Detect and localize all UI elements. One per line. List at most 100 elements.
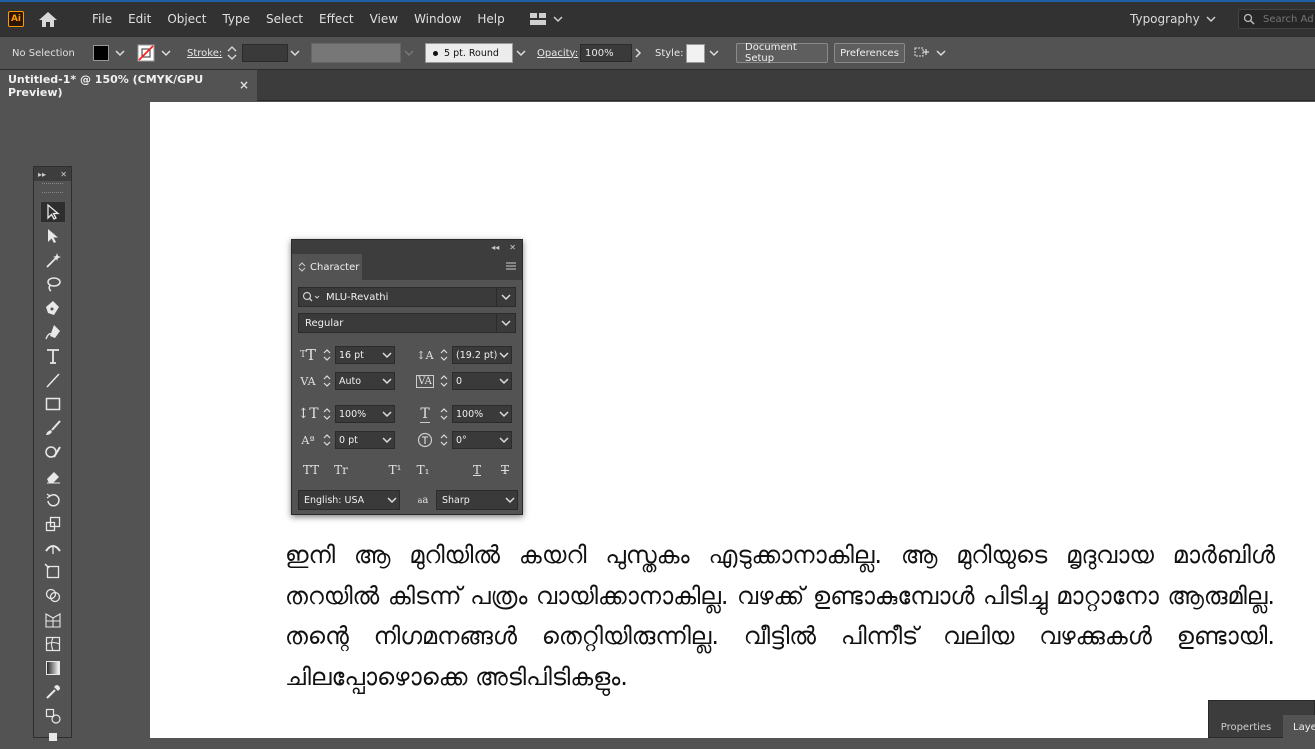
lasso-tool[interactable] [40, 273, 66, 295]
search-input[interactable] [1261, 12, 1315, 26]
align-options-button[interactable] [913, 37, 931, 69]
eraser-tool[interactable] [40, 465, 66, 487]
artboard-text[interactable]: ഇനി ആ മുറിയിൽ കയറി പുസ്തകം എടുക്കാനാകില്… [285, 535, 1275, 697]
menu-file[interactable]: File [84, 12, 120, 26]
tracking-field[interactable]: 0 [452, 372, 512, 390]
document-setup-button[interactable]: Document Setup [736, 37, 828, 69]
panel-grip[interactable] [42, 183, 63, 193]
brush-definition[interactable]: 5 pt. Round [425, 37, 513, 69]
line-segment-tool[interactable] [40, 369, 66, 391]
opacity-field[interactable]: 100% [580, 37, 632, 69]
stroke-weight-field[interactable] [242, 37, 288, 69]
tools-panel-header[interactable]: ▸▸ ✕ [34, 167, 71, 181]
leading-stepper[interactable] [439, 347, 449, 363]
underline-button[interactable]: T [466, 460, 488, 480]
menu-type[interactable]: Type [214, 12, 258, 26]
tracking-stepper[interactable] [439, 373, 449, 389]
home-icon[interactable] [38, 10, 58, 28]
perspective-grid-tool[interactable] [40, 609, 66, 631]
tab-character[interactable]: Character [292, 254, 362, 280]
strikethrough-button[interactable]: T [494, 460, 516, 480]
rotation-stepper[interactable] [439, 432, 449, 448]
font-size-icon: TT [299, 346, 317, 364]
free-transform-tool[interactable] [40, 561, 66, 583]
horizontal-scale-field[interactable]: 100% [452, 405, 512, 423]
small-caps-button[interactable]: Tr [330, 460, 352, 480]
menu-effect[interactable]: Effect [311, 12, 362, 26]
graphic-style-swatch[interactable] [686, 37, 705, 69]
document-tab[interactable]: Untitled-1* @ 150% (CMYK/GPU Preview) × [0, 70, 257, 101]
leading-field[interactable]: (19.2 pt) [452, 346, 512, 364]
menu-window[interactable]: Window [406, 12, 469, 26]
symbol-sprayer-tool[interactable] [40, 727, 66, 749]
font-size-field[interactable]: 16 pt [335, 346, 395, 364]
menu-help[interactable]: Help [469, 12, 512, 26]
paintbrush-tool[interactable] [40, 417, 66, 439]
vertical-scale-field[interactable]: 100% [335, 405, 395, 423]
close-icon[interactable]: ✕ [509, 243, 516, 252]
close-icon[interactable]: ✕ [60, 170, 67, 179]
subscript-button[interactable]: T₁ [412, 460, 434, 480]
baseline-shift-stepper[interactable] [322, 432, 332, 448]
workspace-switcher[interactable]: Typography [1130, 2, 1216, 36]
magic-wand-tool[interactable] [40, 249, 66, 271]
rotation-field[interactable]: 0° [452, 431, 512, 449]
variable-width-profile[interactable] [311, 37, 401, 69]
baseline-shift-field[interactable]: 0 pt [335, 431, 395, 449]
brush-dropdown[interactable] [514, 37, 528, 69]
superscript-button[interactable]: T¹ [384, 460, 406, 480]
menu-view[interactable]: View [362, 12, 406, 26]
stroke-weight-stepper[interactable] [226, 37, 238, 69]
stroke-label[interactable]: Stroke: [187, 37, 222, 69]
horizontal-scale-stepper[interactable] [439, 406, 449, 422]
rotate-tool[interactable] [40, 489, 66, 511]
font-size-stepper[interactable] [322, 347, 332, 363]
tab-properties[interactable]: Properties [1209, 715, 1283, 739]
search-box[interactable] [1238, 9, 1315, 29]
direct-selection-tool[interactable] [40, 225, 66, 247]
antialias-select[interactable]: Sharp [436, 490, 518, 510]
eyedropper-tool[interactable] [40, 681, 66, 703]
opacity-label[interactable]: Opacity: [537, 37, 578, 69]
font-family-select[interactable]: MLU-Revathi [298, 287, 516, 307]
menu-object[interactable]: Object [159, 12, 214, 26]
font-style-select[interactable]: Regular [298, 313, 516, 333]
scale-tool[interactable] [40, 513, 66, 535]
gradient-tool[interactable] [40, 657, 66, 679]
align-options-dropdown[interactable] [934, 37, 948, 69]
all-caps-button[interactable]: TT [300, 460, 322, 480]
opacity-flyout[interactable] [633, 37, 643, 69]
pen-tool[interactable] [40, 297, 66, 319]
chevron-down-icon [381, 352, 392, 359]
type-tool[interactable] [40, 345, 66, 367]
tab-layers[interactable]: Layers [1283, 715, 1315, 739]
curvature-pen-icon [45, 325, 60, 340]
kerning-stepper[interactable] [322, 373, 332, 389]
language-select[interactable]: English: USA [298, 490, 400, 510]
fill-dropdown[interactable] [113, 37, 127, 69]
shape-builder-tool[interactable] [40, 585, 66, 607]
mesh-tool[interactable] [40, 633, 66, 655]
character-panel-titlebar[interactable]: ◂◂ ✕ [292, 240, 522, 254]
kerning-field[interactable]: Auto [335, 372, 395, 390]
stroke-swatch[interactable] [137, 37, 155, 69]
width-tool[interactable] [40, 537, 66, 559]
selection-tool[interactable] [40, 201, 66, 223]
curvature-tool[interactable] [40, 321, 66, 343]
close-tab-button[interactable]: × [239, 78, 249, 92]
preferences-button[interactable]: Preferences [834, 37, 905, 69]
stroke-swatch-dropdown[interactable] [159, 37, 173, 69]
menu-edit[interactable]: Edit [120, 12, 159, 26]
collapse-icon[interactable]: ◂◂ [491, 243, 499, 252]
panel-menu-icon[interactable] [506, 261, 516, 271]
rectangle-tool[interactable] [40, 393, 66, 415]
shaper-tool[interactable] [40, 441, 66, 463]
arrange-documents-button[interactable] [529, 12, 563, 26]
graphic-style-dropdown[interactable] [707, 37, 721, 69]
vertical-scale-stepper[interactable] [322, 406, 332, 422]
collapse-icon[interactable]: ▸▸ [38, 170, 46, 179]
blend-tool[interactable] [40, 705, 66, 727]
menu-select[interactable]: Select [258, 12, 311, 26]
stroke-weight-dropdown[interactable] [288, 37, 302, 69]
fill-swatch[interactable] [93, 37, 109, 69]
